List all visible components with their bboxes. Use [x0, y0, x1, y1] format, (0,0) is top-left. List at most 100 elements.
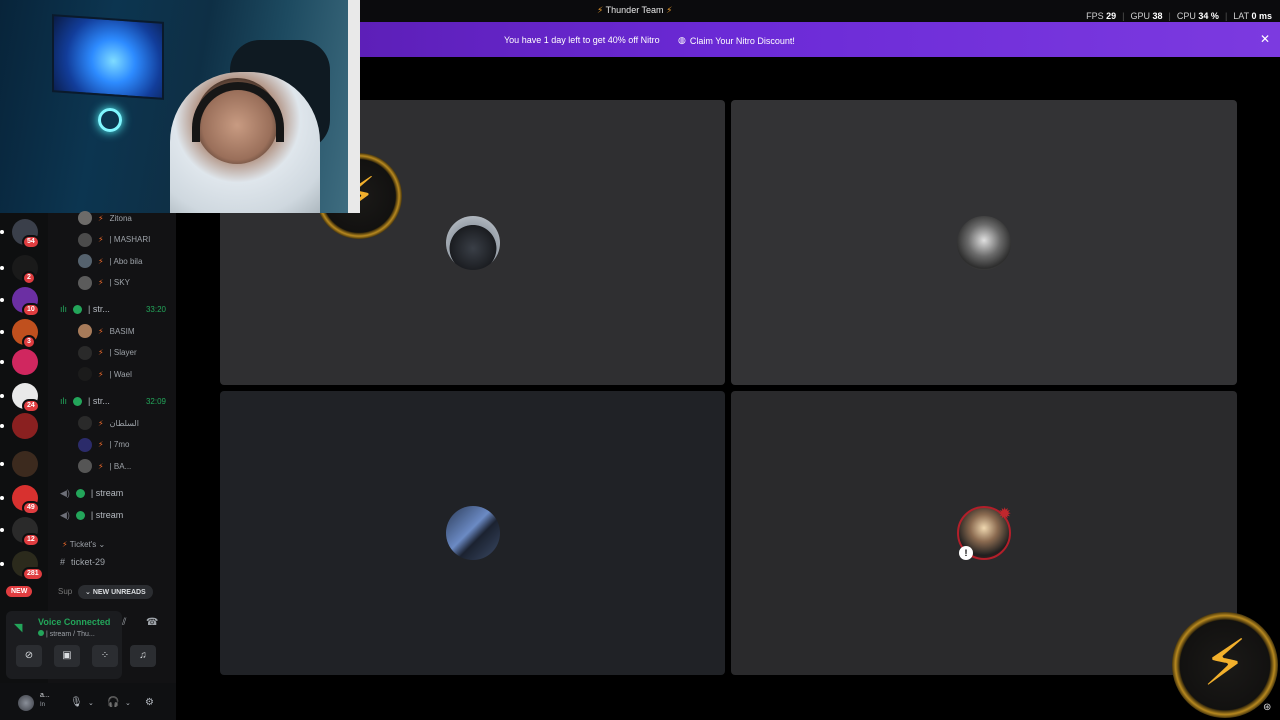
- mention-badge: 281: [22, 567, 44, 581]
- unread-pip: [0, 230, 4, 234]
- bolt-icon: ⚡: [98, 461, 104, 471]
- claim-nitro-button[interactable]: ◍ Claim Your Nitro Discount!: [678, 35, 795, 46]
- server-icon[interactable]: [12, 349, 38, 375]
- category-label: Ticket's: [69, 540, 97, 549]
- voice-channel[interactable]: ◀) | stream: [60, 484, 123, 502]
- activities-button[interactable]: ⁘: [92, 645, 118, 667]
- voice-user[interactable]: ⚡ | SKY: [78, 274, 174, 292]
- noise-suppression-icon[interactable]: ⫽: [122, 617, 126, 628]
- webcam-overlay: [0, 0, 360, 213]
- window-title: ⚡ Thunder Team ⚡: [597, 5, 672, 16]
- gear-icon[interactable]: ⚙: [145, 697, 154, 708]
- voice-channel[interactable]: ◀) | stream: [60, 506, 123, 524]
- bolt-icon: ⚡: [62, 540, 68, 549]
- mention-badge: 54: [22, 235, 40, 249]
- avatar: [78, 437, 92, 452]
- voice-user-name: | Abo bila: [109, 256, 143, 266]
- bolt-icon: ⚡: [98, 213, 104, 223]
- voice-user-name: | SKY: [109, 278, 130, 287]
- nitro-banner: You have 1 day left to get 40% off Nitro…: [360, 22, 1280, 57]
- voice-user[interactable]: ⚡ | Abo bila: [78, 252, 174, 270]
- participant-tile[interactable]: [731, 100, 1237, 385]
- unread-pip: [0, 330, 4, 334]
- chevron-down-icon: ⌄: [98, 540, 106, 549]
- channel-name: ticket-29: [71, 557, 106, 567]
- new-unreads-button[interactable]: ⌄ NEW UNREADS: [78, 585, 153, 599]
- disconnect-icon[interactable]: ☎: [146, 617, 158, 628]
- chevron-down-icon[interactable]: ⌄: [88, 699, 94, 707]
- avatar: [78, 232, 92, 247]
- headphones-icon[interactable]: 🎧: [107, 697, 119, 708]
- claim-nitro-label: Claim Your Nitro Discount!: [689, 35, 795, 46]
- voice-user-name: | Slayer: [109, 348, 137, 357]
- voice-user[interactable]: ⚡ BASIM: [78, 322, 174, 340]
- chevron-down-icon[interactable]: ⌄: [125, 699, 131, 707]
- mention-badge: 49: [22, 501, 40, 515]
- avatar: [445, 506, 500, 560]
- gpu-value: 38: [1152, 11, 1163, 21]
- close-banner-icon[interactable]: ✕: [1260, 32, 1270, 46]
- mute-icon: !: [959, 546, 973, 560]
- voice-channel-stream[interactable]: ılı | str... 32:09: [60, 392, 176, 410]
- hash-icon: #: [60, 557, 66, 567]
- bolt-icon: ⚡: [98, 440, 104, 449]
- bolt-icon: ⚡: [1202, 627, 1248, 699]
- text-channel-ticket[interactable]: # ticket-29: [60, 557, 105, 567]
- bolt-icon: ⚡: [98, 348, 104, 357]
- camera-off-button[interactable]: ⊘: [16, 645, 42, 667]
- voice-user[interactable]: ⚡ | BA...: [78, 457, 174, 475]
- voice-user[interactable]: ⚡ | MASHARI: [78, 231, 174, 249]
- voice-user[interactable]: ⚡ | 7mo: [78, 436, 174, 454]
- channel-timer: 33:20: [145, 304, 166, 314]
- avatar: [957, 215, 1011, 270]
- participant-tile[interactable]: ✹ !: [731, 391, 1237, 675]
- screen-share-button[interactable]: ▣: [54, 645, 80, 667]
- voice-user[interactable]: ⚡ | Slayer: [78, 344, 174, 362]
- signal-icon[interactable]: ◥: [14, 621, 22, 634]
- avatar: [78, 254, 92, 268]
- voice-user[interactable]: ⚡ Zitona: [78, 209, 174, 227]
- fps-label: FPS: [1086, 11, 1104, 21]
- unread-pip: [0, 298, 4, 302]
- unread-pip: [0, 424, 4, 428]
- background-monitor: [52, 14, 164, 100]
- bolt-icon: ⚡: [98, 256, 104, 266]
- avatar: [78, 459, 92, 473]
- voice-channel-link[interactable]: | stream / Thu...: [38, 630, 98, 638]
- microphone-icon[interactable]: 🎙: [70, 697, 83, 708]
- voice-user-name: | Wael: [109, 369, 132, 379]
- avatar: [78, 367, 92, 381]
- mention-badge: 24: [22, 399, 40, 413]
- channel-name: | str...: [88, 304, 110, 314]
- server-icon[interactable]: [12, 413, 38, 439]
- unread-pip: [0, 462, 4, 466]
- voice-user-name: السلطان: [109, 418, 139, 428]
- cpu-label: CPU: [1176, 11, 1196, 21]
- username[interactable]: a...: [40, 692, 50, 699]
- voice-channel-stream[interactable]: ılı | str... 33:20: [60, 300, 176, 318]
- mention-badge: 10: [22, 303, 40, 317]
- bolt-icon: ⚡: [98, 326, 104, 336]
- bolt-icon: ⚡: [98, 369, 104, 379]
- unread-pip: [0, 266, 4, 270]
- channel-partial[interactable]: Sup: [58, 587, 72, 596]
- server-icon[interactable]: [12, 451, 38, 477]
- volume-icon: ılı: [60, 396, 68, 406]
- nitro-icon: ◍: [678, 35, 686, 45]
- channel-name: | str...: [88, 396, 110, 406]
- gear-icon: ✹: [998, 506, 1012, 523]
- voice-user[interactable]: ⚡ | Wael: [78, 365, 174, 383]
- participant-tile[interactable]: [220, 391, 725, 675]
- voice-user[interactable]: ⚡ السلطان: [78, 414, 174, 432]
- mention-badge: 2: [22, 271, 36, 285]
- voice-user-name: | 7mo: [109, 440, 130, 449]
- new-badge[interactable]: NEW: [6, 586, 33, 597]
- user-avatar[interactable]: [18, 695, 34, 711]
- app-title-text: Thunder Team: [605, 5, 664, 15]
- category-tickets[interactable]: ⚡ Ticket's ⌄: [62, 540, 105, 549]
- settings-corner-icon[interactable]: ⊛: [1263, 702, 1271, 713]
- live-dot: [75, 488, 85, 498]
- soundboard-button[interactable]: ♫: [130, 645, 156, 667]
- gpu-label: GPU: [1130, 11, 1151, 21]
- speaker-icon: ◀): [60, 487, 70, 498]
